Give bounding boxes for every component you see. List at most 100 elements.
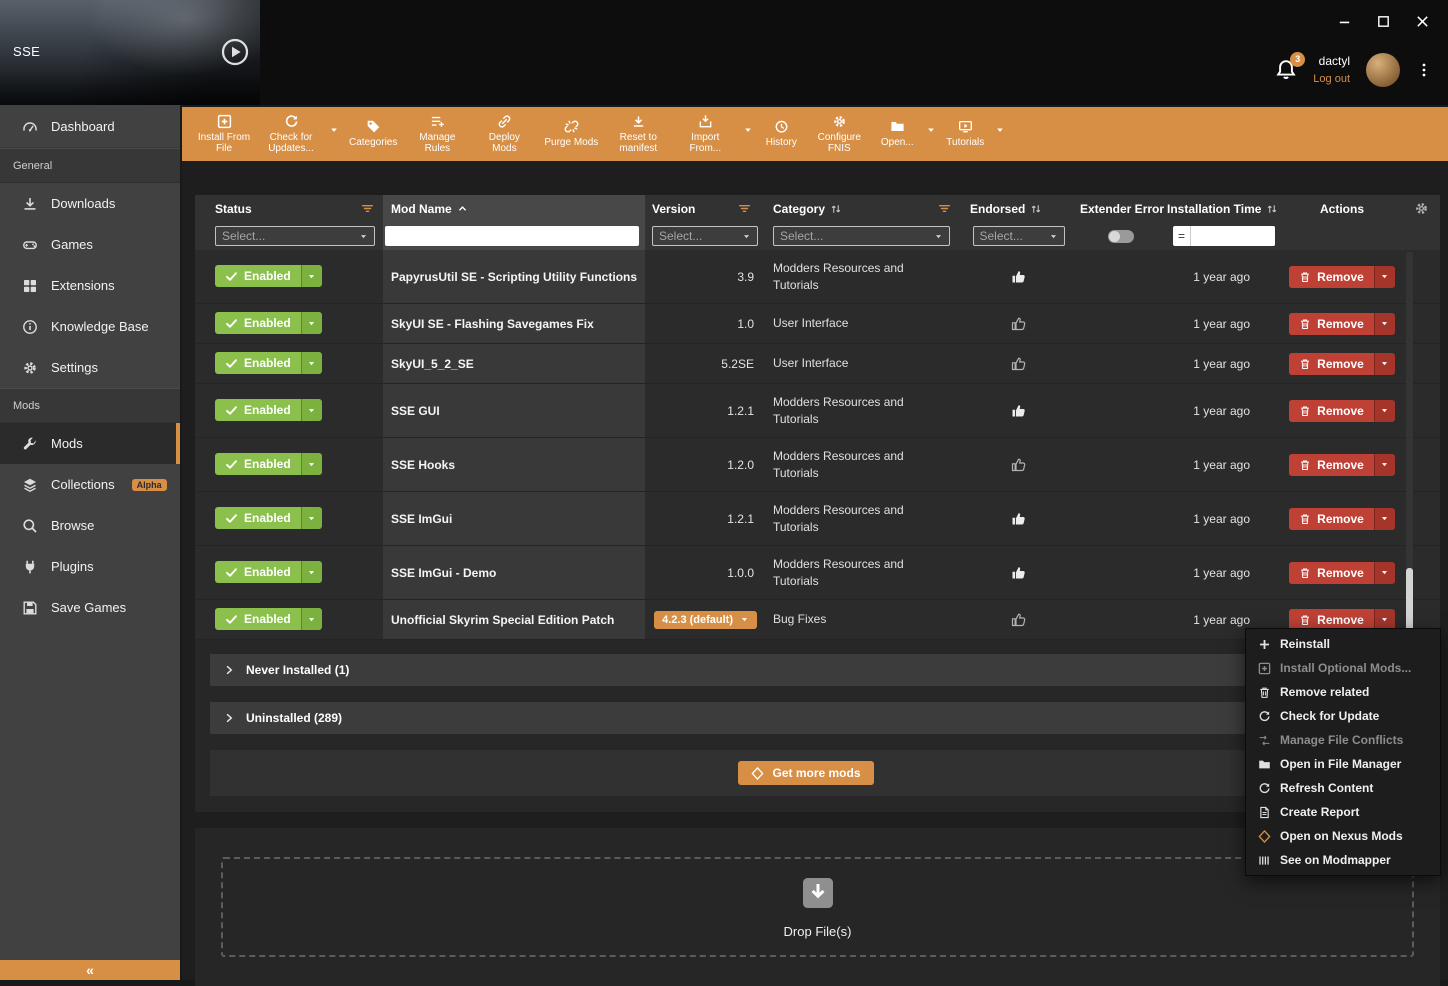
filter-icon[interactable]	[738, 202, 751, 215]
remove-mod-button[interactable]: Remove	[1289, 353, 1395, 375]
sidebar-collapse-button[interactable]: «	[0, 960, 180, 980]
mod-enable-toggle[interactable]: Enabled	[215, 352, 322, 374]
sidebar-item-plugins[interactable]: Plugins	[0, 546, 180, 587]
endorsed-filter-select[interactable]: Select...	[973, 226, 1065, 246]
toolbar-button-open[interactable]: Open...	[874, 117, 920, 151]
remove-dropdown-caret[interactable]	[1374, 266, 1395, 288]
endorsed-thumb-icon[interactable]	[1011, 565, 1027, 581]
mod-name[interactable]: SSE GUI	[383, 384, 645, 437]
endorsed-thumb-icon[interactable]	[1011, 511, 1027, 527]
toolbar-button-install-from-file[interactable]: Install From File	[192, 112, 256, 157]
toolbar-button-purge-mods[interactable]: Purge Mods	[539, 117, 603, 151]
column-header-status[interactable]: Status	[195, 195, 383, 222]
column-header-version[interactable]: Version	[645, 195, 760, 222]
get-more-mods-button[interactable]: Get more mods	[738, 761, 873, 785]
context-menu-item-see-on-modmapper[interactable]: See on Modmapper	[1246, 848, 1440, 872]
mod-name[interactable]: SSE Hooks	[383, 438, 645, 491]
mod-name-filter-input[interactable]	[385, 226, 639, 246]
group-row-uninstalled[interactable]: Uninstalled (289)	[210, 702, 1402, 734]
toolbar-button-manage-rules[interactable]: Manage Rules	[405, 112, 469, 157]
endorsed-thumb-icon[interactable]	[1011, 403, 1027, 419]
enable-dropdown-caret[interactable]	[301, 507, 322, 529]
mod-row[interactable]: Enabled PapyrusUtil SE - Scripting Utili…	[195, 250, 1440, 304]
column-header-installation-time[interactable]: Installation Time	[1165, 195, 1282, 222]
mod-row[interactable]: Enabled SSE GUI 1.2.1 Modders Resources …	[195, 384, 1440, 438]
time-filter-operator[interactable]: =	[1173, 226, 1191, 246]
mod-row[interactable]: Enabled SkyUI SE - Flashing Savegames Fi…	[195, 304, 1440, 344]
mod-name[interactable]: SkyUI SE - Flashing Savegames Fix	[383, 304, 645, 343]
sidebar-item-games[interactable]: Games	[0, 224, 180, 265]
version-dropdown-badge[interactable]: 4.2.3 (default)	[654, 611, 757, 629]
maximize-button[interactable]	[1376, 14, 1391, 29]
toolbar-button-reset-to-manifest[interactable]: Reset to manifest	[606, 112, 670, 157]
endorse-thumb-icon[interactable]	[1011, 356, 1027, 372]
mod-row[interactable]: Enabled SSE Hooks 1.2.0 Modders Resource…	[195, 438, 1440, 492]
column-header-extender-error[interactable]: Extender Error	[1077, 195, 1165, 222]
remove-mod-button[interactable]: Remove	[1289, 562, 1395, 584]
mod-enable-toggle[interactable]: Enabled	[215, 312, 322, 334]
mod-row[interactable]: Enabled SkyUI_5_2_SE 5.2SE User Interfac…	[195, 344, 1440, 384]
remove-dropdown-caret[interactable]	[1374, 508, 1395, 530]
context-menu-item-refresh-content[interactable]: Refresh Content	[1246, 776, 1440, 800]
enable-dropdown-caret[interactable]	[301, 561, 322, 583]
extender-error-filter-toggle[interactable]	[1108, 230, 1134, 243]
toolbar-caret-import-from[interactable]	[740, 113, 755, 155]
endorse-thumb-icon[interactable]	[1011, 316, 1027, 332]
enable-dropdown-caret[interactable]	[301, 265, 322, 287]
remove-dropdown-caret[interactable]	[1374, 353, 1395, 375]
toolbar-caret-open[interactable]	[923, 113, 938, 155]
toolbar-button-check-for-updates[interactable]: Check for Updates...	[259, 112, 323, 157]
remove-dropdown-caret[interactable]	[1374, 562, 1395, 584]
sidebar-item-settings[interactable]: Settings	[0, 347, 180, 388]
mod-name[interactable]: SSE ImGui	[383, 492, 645, 545]
mod-name[interactable]: PapyrusUtil SE - Scripting Utility Funct…	[383, 250, 645, 303]
enable-dropdown-caret[interactable]	[301, 352, 322, 374]
toolbar-button-tutorials[interactable]: Tutorials	[941, 117, 989, 151]
remove-mod-button[interactable]: Remove	[1289, 266, 1395, 288]
context-menu-item-create-report[interactable]: Create Report	[1246, 800, 1440, 824]
enable-dropdown-caret[interactable]	[301, 453, 322, 475]
context-menu-item-check-for-update[interactable]: Check for Update	[1246, 704, 1440, 728]
filter-icon[interactable]	[938, 202, 951, 215]
context-menu-item-manage-file-conflicts[interactable]: Manage File Conflicts	[1246, 728, 1440, 752]
mod-name[interactable]: SkyUI_5_2_SE	[383, 344, 645, 383]
mod-enable-toggle[interactable]: Enabled	[215, 453, 322, 475]
toolbar-button-import-from[interactable]: Import From...	[673, 112, 737, 157]
table-settings-gear-icon[interactable]	[1414, 201, 1429, 216]
game-banner[interactable]: SSE	[0, 0, 260, 105]
mod-name[interactable]: SSE ImGui - Demo	[383, 546, 645, 599]
mod-enable-toggle[interactable]: Enabled	[215, 608, 322, 630]
toolbar-caret-check-for-updates[interactable]	[326, 113, 341, 155]
sidebar-item-downloads[interactable]: Downloads	[0, 183, 180, 224]
mod-enable-toggle[interactable]: Enabled	[215, 561, 322, 583]
sidebar-item-dashboard[interactable]: Dashboard	[0, 105, 180, 148]
sidebar-item-save-games[interactable]: Save Games	[0, 587, 180, 628]
endorsed-thumb-icon[interactable]	[1011, 269, 1027, 285]
toolbar-button-configure-fnis[interactable]: Configure FNIS	[807, 112, 871, 157]
sidebar-item-knowledge-base[interactable]: Knowledge Base	[0, 306, 180, 347]
group-row-never-installed[interactable]: Never Installed (1)	[210, 654, 1402, 686]
sidebar-item-mods[interactable]: Mods	[0, 423, 180, 464]
context-menu-item-install-optional-mods[interactable]: Install Optional Mods...	[1246, 656, 1440, 680]
minimize-button[interactable]	[1337, 14, 1352, 29]
remove-mod-button[interactable]: Remove	[1289, 400, 1395, 422]
sidebar-item-browse[interactable]: Browse	[0, 505, 180, 546]
close-button[interactable]	[1415, 14, 1430, 29]
context-menu-item-open-in-file-manager[interactable]: Open in File Manager	[1246, 752, 1440, 776]
file-dropzone[interactable]: Drop File(s)	[221, 857, 1414, 957]
remove-mod-button[interactable]: Remove	[1289, 508, 1395, 530]
mod-enable-toggle[interactable]: Enabled	[215, 507, 322, 529]
version-filter-select[interactable]: Select...	[652, 226, 758, 246]
notifications-button[interactable]: 3	[1275, 59, 1297, 81]
remove-dropdown-caret[interactable]	[1374, 400, 1395, 422]
toolbar-button-deploy-mods[interactable]: Deploy Mods	[472, 112, 536, 157]
enable-dropdown-caret[interactable]	[301, 399, 322, 421]
enable-dropdown-caret[interactable]	[301, 312, 322, 334]
column-header-endorsed[interactable]: Endorsed	[960, 195, 1077, 222]
toolbar-button-history[interactable]: History	[758, 117, 804, 151]
mod-enable-toggle[interactable]: Enabled	[215, 399, 322, 421]
enable-dropdown-caret[interactable]	[301, 608, 322, 630]
mod-row[interactable]: Enabled SSE ImGui - Demo 1.0.0 Modders R…	[195, 546, 1440, 600]
time-filter-input[interactable]	[1191, 226, 1275, 246]
column-header-category[interactable]: Category	[760, 195, 960, 222]
